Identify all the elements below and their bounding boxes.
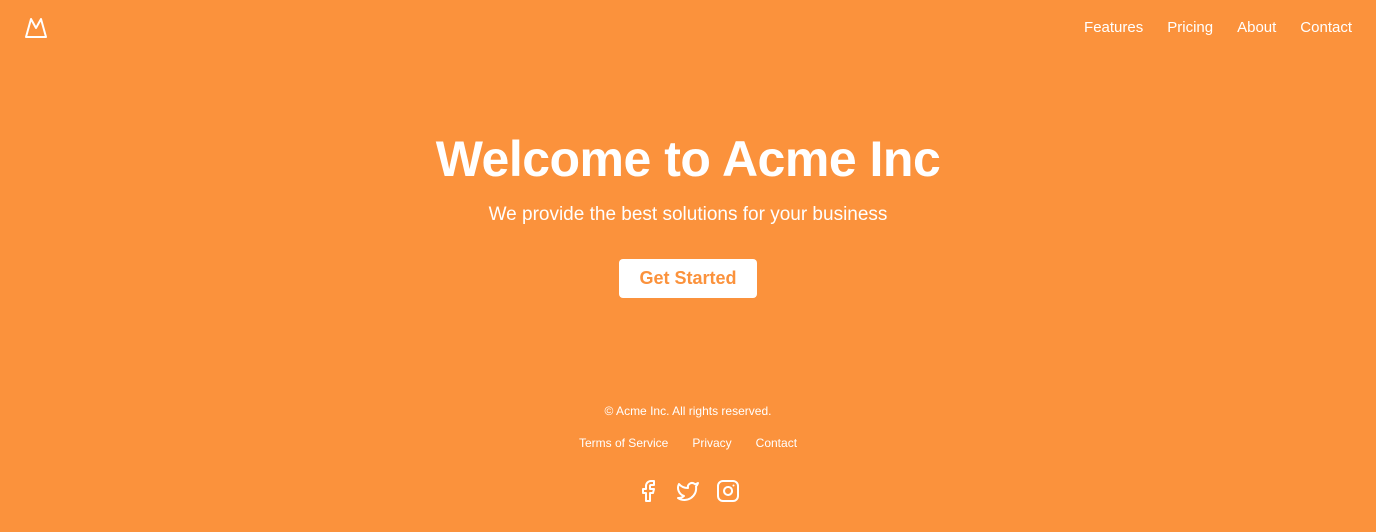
facebook-link[interactable] [636, 479, 660, 503]
nav-link-about[interactable]: About [1237, 18, 1276, 38]
twitter-icon [677, 482, 699, 501]
main-nav: Features Pricing About Contact [1084, 18, 1352, 38]
facebook-icon [642, 480, 655, 502]
copyright-text: © Acme Inc. All rights reserved. [604, 404, 772, 418]
nav-link-pricing[interactable]: Pricing [1167, 18, 1213, 38]
get-started-button[interactable]: Get Started [619, 259, 757, 298]
social-links [0, 479, 1376, 503]
footer-link-contact[interactable]: Contact [756, 435, 797, 451]
footer-link-privacy[interactable]: Privacy [692, 435, 731, 451]
instagram-link[interactable] [716, 479, 740, 503]
mountain-icon [25, 18, 47, 38]
twitter-link[interactable] [676, 479, 700, 503]
hero-subtitle: We provide the best solutions for your b… [488, 204, 888, 225]
hero-title: Welcome to Acme Inc [435, 131, 941, 187]
footer-links: Terms of Service Privacy Contact [0, 435, 1376, 451]
hero-section: Welcome to Acme Inc We provide the best … [0, 127, 1376, 298]
nav-link-contact[interactable]: Contact [1300, 18, 1352, 38]
footer-link-terms[interactable]: Terms of Service [579, 435, 668, 451]
footer: © Acme Inc. All rights reserved. Terms o… [0, 403, 1376, 503]
nav-link-features[interactable]: Features [1084, 18, 1143, 38]
instagram-icon [717, 480, 739, 502]
logo-link[interactable] [24, 16, 48, 40]
